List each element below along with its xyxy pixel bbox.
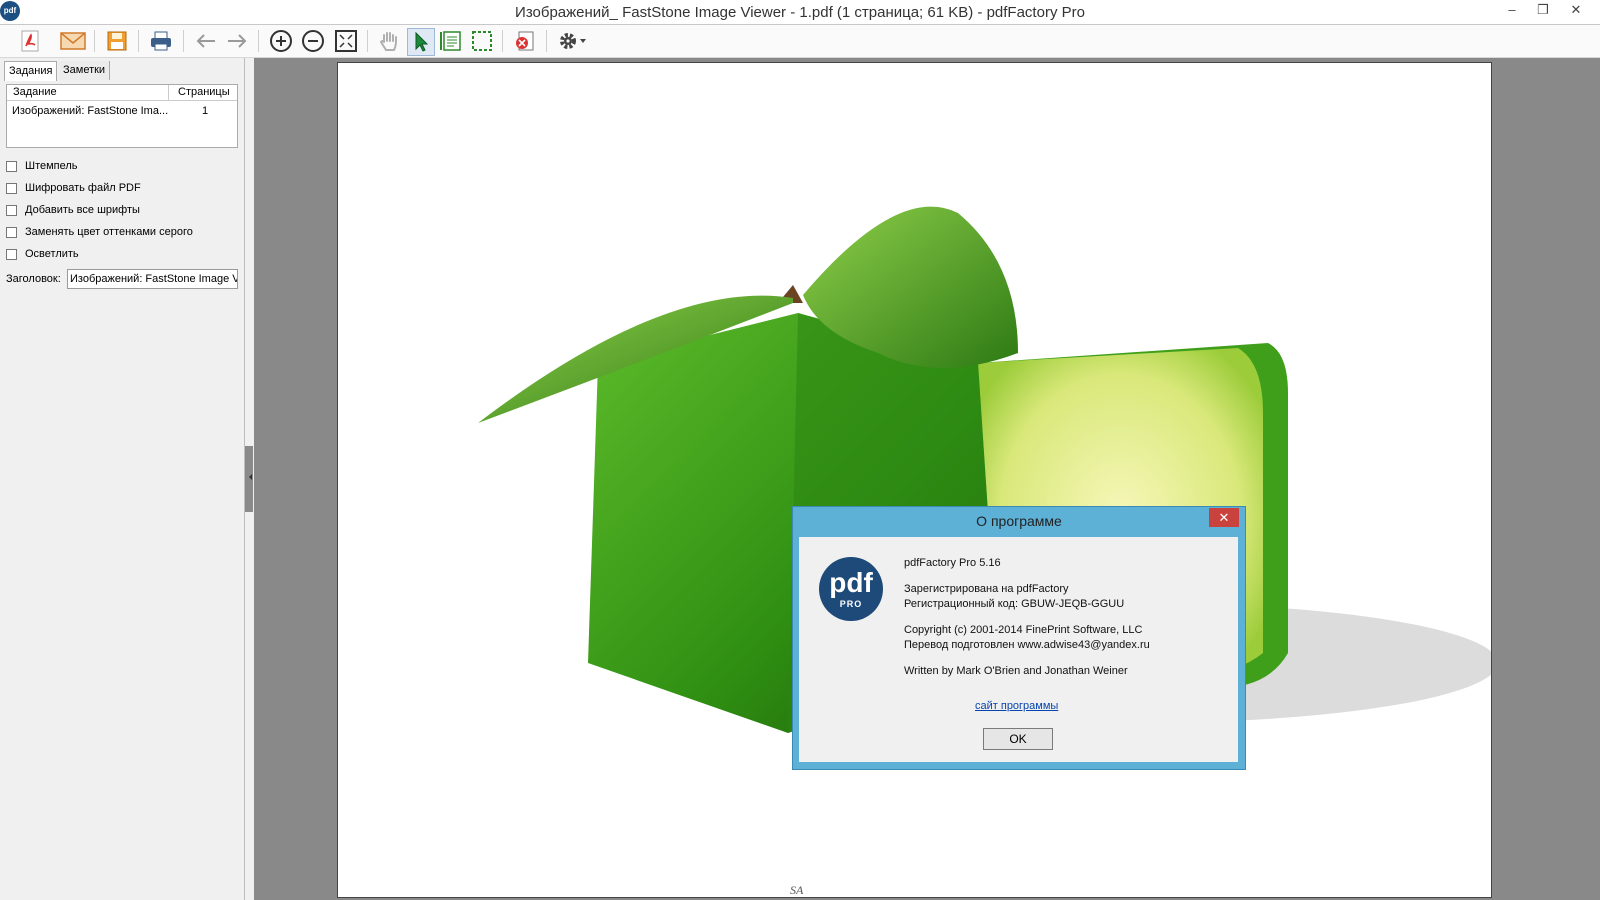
fit-page-icon[interactable] xyxy=(333,28,359,54)
job-name: Изображений: FastStone Ima... xyxy=(12,105,169,117)
ok-button[interactable]: OK xyxy=(983,728,1053,750)
email-icon[interactable] xyxy=(60,28,86,54)
zoom-out-icon[interactable] xyxy=(300,28,326,54)
checkbox[interactable] xyxy=(6,160,17,172)
page-image-lime xyxy=(478,206,1491,733)
delete-page-icon[interactable] xyxy=(512,28,538,54)
settings-icon[interactable] xyxy=(556,28,590,54)
hand-icon[interactable] xyxy=(376,28,402,54)
checkbox[interactable] xyxy=(6,204,17,216)
page-footer-mark: SA xyxy=(790,883,804,897)
column-header-pages[interactable]: Страницы xyxy=(178,86,230,98)
job-list[interactable]: Задание Страницы Изображений: FastStone … xyxy=(6,84,238,148)
dialog-close-button[interactable]: ✕ xyxy=(1209,508,1239,527)
document-title-row: Заголовок: Изображений: FastStone Image … xyxy=(6,269,238,289)
authors-text: Written by Mark O'Brien and Jonathan Wei… xyxy=(904,665,1128,677)
pdf-icon[interactable] xyxy=(17,28,43,54)
document-title-input[interactable]: Изображений: FastStone Image V xyxy=(67,269,238,289)
dialog-title: О программе xyxy=(976,513,1062,529)
save-icon[interactable] xyxy=(104,28,130,54)
translation-credit: Перевод подготовлен www.adwise43@yandex.… xyxy=(904,639,1150,651)
copyright-text: Copyright (c) 2001-2014 FinePrint Softwa… xyxy=(904,624,1143,636)
zoom-in-icon[interactable] xyxy=(268,28,294,54)
job-pages: 1 xyxy=(202,105,209,117)
back-arrow-icon[interactable] xyxy=(193,28,219,54)
checkbox[interactable] xyxy=(6,226,17,238)
program-website-link[interactable]: сайт программы xyxy=(975,700,1058,712)
job-list-header: Задание Страницы xyxy=(7,85,237,101)
registration-owner: Зарегистрирована на pdfFactory xyxy=(904,583,1069,595)
dialog-body: pdf PRO pdfFactory Pro 5.16 Зарегистриро… xyxy=(799,537,1238,762)
option-encrypt[interactable]: Шифровать файл PDF xyxy=(6,180,141,196)
forward-arrow-icon[interactable] xyxy=(224,28,250,54)
tab-jobs[interactable]: Задания xyxy=(4,61,58,81)
select-arrow-icon[interactable] xyxy=(407,28,435,56)
document-title-label: Заголовок: xyxy=(6,273,61,285)
option-embed-fonts[interactable]: Добавить все шрифты xyxy=(6,202,140,218)
pdffactory-pro-logo: pdf PRO xyxy=(819,557,883,621)
title-bar: pdf Изображений_ FastStone Image Viewer … xyxy=(0,0,1600,25)
checkbox[interactable] xyxy=(6,182,17,194)
select-text-icon[interactable] xyxy=(438,28,464,54)
panel-splitter[interactable] xyxy=(245,446,253,512)
left-panel: Задания Заметки Задание Страницы Изображ… xyxy=(0,58,245,900)
checkbox[interactable] xyxy=(6,248,17,260)
registration-code: Регистрационный код: GBUW-JEQB-GGUU xyxy=(904,598,1125,610)
column-header-job[interactable]: Задание xyxy=(13,86,57,98)
toolbar xyxy=(0,25,1600,58)
about-dialog: О программе ✕ pdf PRO pdfFactory Pro 5.1… xyxy=(792,506,1246,770)
tab-notes[interactable]: Заметки xyxy=(59,61,111,80)
close-window-button[interactable]: ✕ xyxy=(1556,0,1596,22)
select-area-icon[interactable] xyxy=(469,28,495,54)
option-grayscale[interactable]: Заменять цвет оттенками серого xyxy=(6,224,193,240)
product-version: pdfFactory Pro 5.16 xyxy=(904,557,1001,569)
window-title: Изображений_ FastStone Image Viewer - 1.… xyxy=(515,4,1085,21)
option-stamp[interactable]: Штемпель xyxy=(6,158,78,174)
print-icon[interactable] xyxy=(148,28,174,54)
pdf-page[interactable] xyxy=(337,62,1492,898)
option-lighten[interactable]: Осветлить xyxy=(6,246,79,262)
